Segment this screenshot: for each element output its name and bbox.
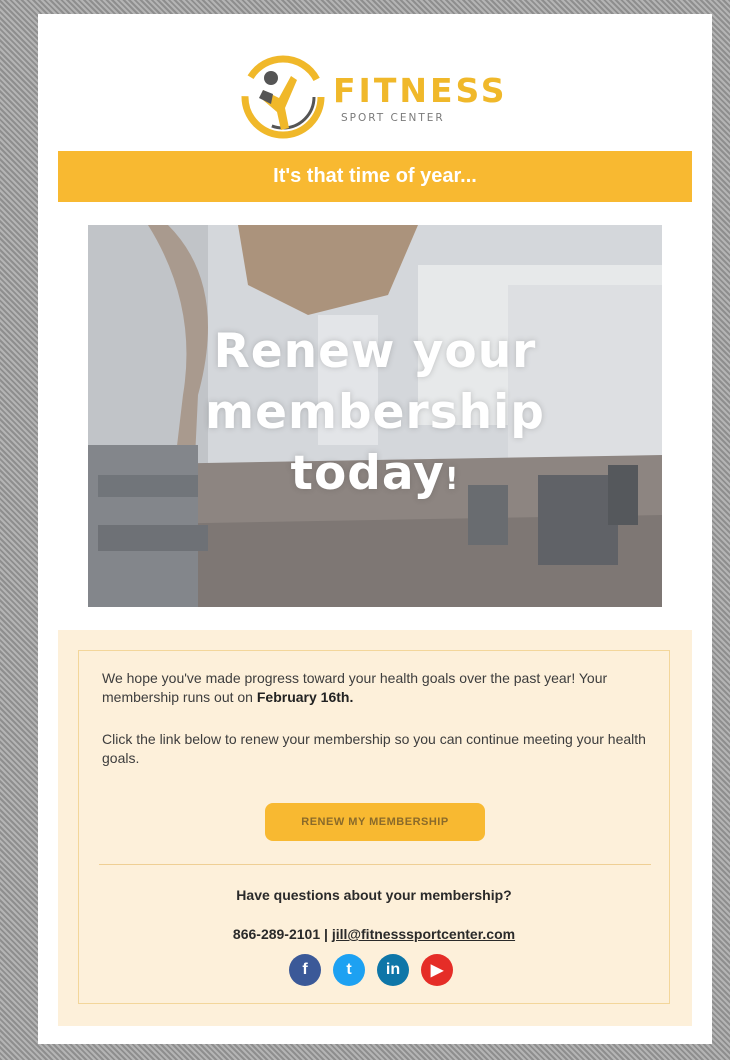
hero-line-3-word: today	[290, 446, 445, 501]
social-links: f t in ▶	[289, 954, 459, 990]
email-card: FITNESS SPORT CENTER It's that time of y…	[38, 14, 712, 1044]
section-divider	[99, 864, 651, 865]
hero-image: Renew your membership today!	[88, 225, 662, 607]
intro-text: We hope you've made progress toward your…	[102, 670, 608, 705]
message-panel: We hope you've made progress toward your…	[58, 630, 692, 1026]
questions-heading: Have questions about your membership?	[236, 887, 512, 903]
phone-number[interactable]: 866-289-2101	[233, 926, 320, 942]
hero-line-3: today!	[88, 443, 662, 510]
instruction-paragraph: Click the link below to renew your membe…	[102, 731, 646, 766]
twitter-glyph: t	[346, 961, 352, 978]
hero-headline: Renew your membership today!	[88, 321, 662, 510]
brand-name: FITNESS	[333, 71, 508, 110]
facebook-glyph: f	[302, 961, 308, 978]
contact-separator: |	[320, 926, 332, 942]
renew-membership-button[interactable]: RENEW MY MEMBERSHIP	[265, 803, 485, 841]
headline-banner: It's that time of year...	[58, 151, 692, 202]
brand-tagline: SPORT CENTER	[341, 112, 445, 124]
hero-line-1: Renew your	[213, 324, 537, 379]
expiry-date: February 16th.	[256, 689, 354, 705]
contact-line: 866-289-2101 | jill@fitnesssportcenter.c…	[79, 926, 669, 942]
message-box: We hope you've made progress toward your…	[78, 650, 670, 1004]
email-link[interactable]: jill@fitnesssportcenter.com	[332, 926, 515, 942]
youtube-icon[interactable]: ▶	[421, 954, 453, 986]
youtube-glyph: ▶	[430, 962, 444, 979]
fitness-logo-icon	[241, 55, 325, 139]
hero-exclamation: !	[444, 462, 460, 497]
linkedin-glyph: in	[385, 961, 401, 978]
facebook-icon[interactable]: f	[289, 954, 321, 986]
twitter-icon[interactable]: t	[333, 954, 365, 986]
hero-line-2: membership	[205, 385, 545, 440]
intro-paragraph: We hope you've made progress toward your…	[102, 669, 652, 707]
linkedin-icon[interactable]: in	[377, 954, 409, 986]
brand-logo[interactable]: FITNESS SPORT CENTER	[241, 54, 541, 140]
